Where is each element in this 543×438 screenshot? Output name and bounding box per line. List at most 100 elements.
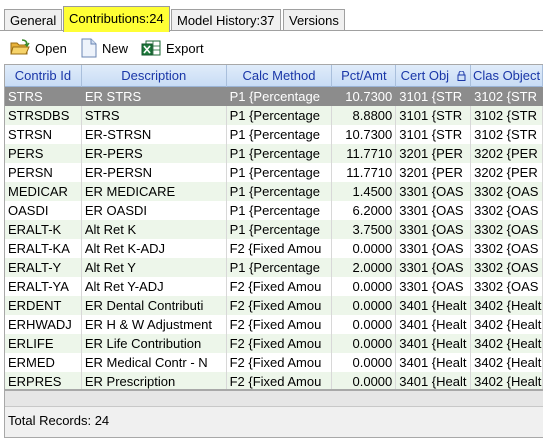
cert-obj-cell: 3201 {PER: [396, 144, 472, 163]
table-row[interactable]: ERDENT ER Dental Contributi F2 {Fixed Amou…: [5, 296, 543, 315]
description-cell: Alt Ret K: [82, 220, 227, 239]
contrib-id-cell: STRS: [5, 87, 82, 106]
table-row[interactable]: ERHWADJ ER H & W Adjustment F2 {Fixed Amou…: [5, 315, 543, 334]
cert-obj-cell: 3401 {Healt: [396, 353, 472, 372]
cert-obj-cell: 3401 {Healt: [396, 372, 472, 389]
tab-versions[interactable]: Versions: [283, 9, 345, 31]
clas-object-cell: 3102 {STR: [471, 106, 543, 125]
pct-amt-cell: 3.7500: [332, 220, 397, 239]
description-cell: ER Medical Contr - N: [82, 353, 227, 372]
pct-amt-cell: 0.0000: [332, 372, 397, 389]
contrib-id-cell: ERDENT: [5, 296, 82, 315]
contrib-id-cell: ERALT-YA: [5, 277, 82, 296]
pct-amt-cell: 0.0000: [332, 315, 397, 334]
clas-object-cell: 3102 {STR: [471, 87, 543, 106]
export-button[interactable]: Export: [141, 36, 204, 60]
grid-header: Contrib Id Description Calc Method Pct/A…: [5, 65, 543, 87]
export-button-label: Export: [166, 40, 204, 56]
column-header-calc-method[interactable]: Calc Method: [227, 65, 333, 87]
tab-general[interactable]: General: [4, 9, 63, 31]
table-row[interactable]: ERALT-K Alt Ret K P1 {Percentage 3.7500 3301…: [5, 220, 543, 239]
table-row[interactable]: PERSN ER-PERSN P1 {Percentage 11.7710 3201 {…: [5, 163, 543, 182]
pct-amt-cell: 1.4500: [332, 182, 397, 201]
new-button[interactable]: New: [81, 36, 128, 60]
pct-amt-cell: 0.0000: [332, 334, 397, 353]
new-document-icon: [81, 38, 97, 58]
table-row[interactable]: ERALT-KA Alt Ret K-ADJ F2 {Fixed Amou 0.000…: [5, 239, 543, 258]
calc-method-cell: P1 {Percentage: [227, 220, 333, 239]
table-row[interactable]: ERLIFE ER Life Contribution F2 {Fixed Amou…: [5, 334, 543, 353]
description-cell: ER STRS: [82, 87, 227, 106]
folder-open-icon: [10, 39, 30, 57]
description-cell: STRS: [82, 106, 227, 125]
table-row[interactable]: STRSDBS STRS P1 {Percentage 8.8800 3101 {STR…: [5, 106, 543, 125]
contrib-id-cell: PERS: [5, 144, 82, 163]
description-cell: ER-PERS: [82, 144, 227, 163]
pct-amt-cell: 11.7710: [332, 144, 397, 163]
table-row[interactable]: PERS ER-PERS P1 {Percentage 11.7710 3201 {PE…: [5, 144, 543, 163]
tab-contributions[interactable]: Contributions:24: [63, 6, 170, 32]
contrib-id-cell: OASDI: [5, 201, 82, 220]
clas-object-cell: 3202 {PER: [471, 144, 543, 163]
calc-method-cell: F2 {Fixed Amou: [227, 296, 333, 315]
column-header-cert-obj-label: Cert Obj: [400, 68, 450, 83]
contrib-id-cell: ERPRES: [5, 372, 82, 389]
contrib-id-cell: ERLIFE: [5, 334, 82, 353]
calc-method-cell: P1 {Percentage: [227, 144, 333, 163]
clas-object-cell: 3202 {PER: [471, 163, 543, 182]
calc-method-cell: F2 {Fixed Amou: [227, 315, 333, 334]
column-header-contrib-id[interactable]: Contrib Id: [5, 65, 82, 87]
table-row[interactable]: ERPRES ER Prescription F2 {Fixed Amou 0.000…: [5, 372, 543, 389]
pct-amt-cell: 0.0000: [332, 239, 397, 258]
description-cell: ER Life Contribution: [82, 334, 227, 353]
clas-object-cell: 3302 {OAS: [471, 220, 543, 239]
open-button[interactable]: Open: [10, 36, 67, 60]
tab-bar: General Contributions:24 Model History:3…: [0, 0, 543, 32]
clas-object-cell: 3402 {Healt: [471, 315, 543, 334]
description-cell: ER H & W Adjustment: [82, 315, 227, 334]
status-bar: Total Records: 24: [4, 390, 543, 438]
table-row[interactable]: ERALT-Y Alt Ret Y P1 {Percentage 2.0000 3301…: [5, 258, 543, 277]
column-header-cert-obj[interactable]: Cert Obj: [396, 65, 472, 87]
total-records-label: Total Records: 24: [8, 413, 110, 428]
calc-method-cell: P1 {Percentage: [227, 87, 333, 106]
column-header-description[interactable]: Description: [82, 65, 227, 87]
column-header-clas-object[interactable]: Clas Object: [471, 65, 543, 87]
cert-obj-cell: 3401 {Healt: [396, 334, 472, 353]
description-cell: ER OASDI: [82, 201, 227, 220]
calc-method-cell: P1 {Percentage: [227, 258, 333, 277]
calc-method-cell: P1 {Percentage: [227, 106, 333, 125]
tab-model-history[interactable]: Model History:37: [171, 9, 281, 31]
description-cell: Alt Ret Y: [82, 258, 227, 277]
contrib-id-cell: ERMED: [5, 353, 82, 372]
table-row[interactable]: ERALT-YA Alt Ret Y-ADJ F2 {Fixed Amou 0.000…: [5, 277, 543, 296]
table-row[interactable]: STRSN ER-STRSN P1 {Percentage 10.7300 3101 {…: [5, 125, 543, 144]
description-cell: ER Prescription: [82, 372, 227, 389]
contrib-id-cell: STRSDBS: [5, 106, 82, 125]
description-cell: ER-PERSN: [82, 163, 227, 182]
table-row[interactable]: STRS ER STRS P1 {Percentage 10.7300 3101 {ST…: [5, 87, 543, 106]
column-header-pct-amt[interactable]: Pct/Amt: [332, 65, 397, 87]
table-row[interactable]: MEDICAR ER MEDICARE P1 {Percentage 1.4500 33…: [5, 182, 543, 201]
cert-obj-cell: 3101 {STR: [396, 87, 472, 106]
clas-object-cell: 3102 {STR: [471, 125, 543, 144]
grid-body: STRS ER STRS P1 {Percentage 10.7300 3101 {ST…: [5, 87, 543, 389]
table-row[interactable]: OASDI ER OASDI P1 {Percentage 6.2000 3301 {O…: [5, 201, 543, 220]
description-cell: Alt Ret Y-ADJ: [82, 277, 227, 296]
pct-amt-cell: 10.7300: [332, 87, 397, 106]
contributions-grid: Contrib Id Description Calc Method Pct/A…: [4, 64, 543, 390]
contrib-id-cell: MEDICAR: [5, 182, 82, 201]
clas-object-cell: 3302 {OAS: [471, 201, 543, 220]
contrib-id-cell: PERSN: [5, 163, 82, 182]
pct-amt-cell: 8.8800: [332, 106, 397, 125]
calc-method-cell: F2 {Fixed Amou: [227, 334, 333, 353]
contrib-id-cell: STRSN: [5, 125, 82, 144]
pct-amt-cell: 2.0000: [332, 258, 397, 277]
contrib-id-cell: ERALT-K: [5, 220, 82, 239]
calc-method-cell: P1 {Percentage: [227, 125, 333, 144]
cert-obj-cell: 3101 {STR: [396, 125, 472, 144]
table-row[interactable]: ERMED ER Medical Contr - N F2 {Fixed Amou 0…: [5, 353, 543, 372]
clas-object-cell: 3302 {OAS: [471, 277, 543, 296]
description-cell: ER MEDICARE: [82, 182, 227, 201]
pct-amt-cell: 10.7300: [332, 125, 397, 144]
